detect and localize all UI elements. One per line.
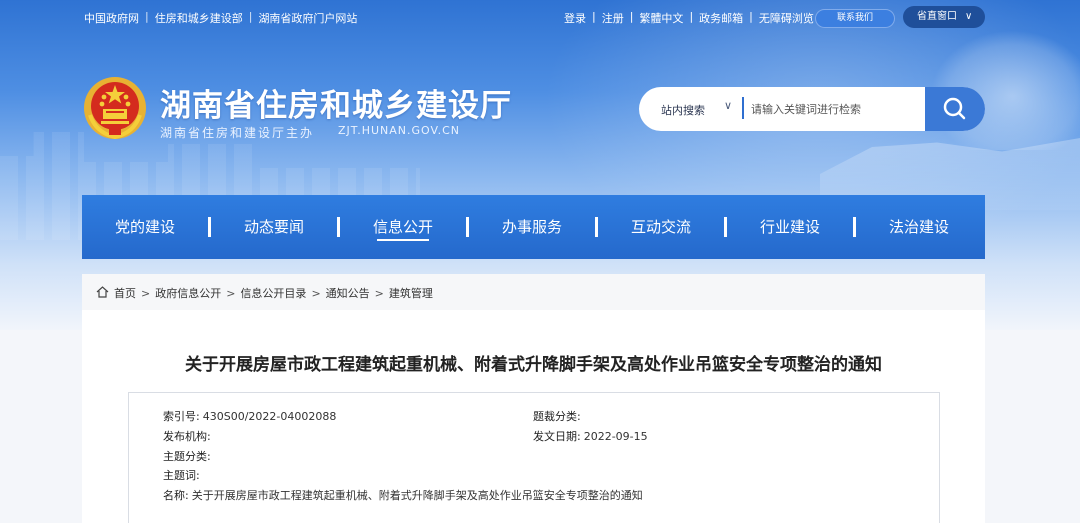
- nav-item-party[interactable]: 党的建设: [82, 195, 208, 259]
- meta-index: 索引号: 430S00/2022-04002088: [163, 408, 336, 424]
- breadcrumb-catalog[interactable]: 信息公开目录: [240, 285, 306, 301]
- search-scope-select[interactable]: 站内搜索: [661, 102, 705, 118]
- search-box: 站内搜索 ∨: [639, 87, 985, 131]
- nav-item-industry[interactable]: 行业建设: [727, 195, 853, 259]
- meta-label: 主题词:: [163, 469, 200, 482]
- search-button[interactable]: [925, 87, 985, 131]
- search-icon: [943, 97, 966, 120]
- nav-item-interaction[interactable]: 互动交流: [598, 195, 724, 259]
- meta-value: 430S00/2022-04002088: [202, 410, 337, 423]
- nav-item-services[interactable]: 办事服务: [469, 195, 595, 259]
- content-card: 关于开展房屋市政工程建筑起重机械、附着式升降脚手架及高处作业吊篮安全专项整治的通…: [82, 310, 985, 523]
- meta-value: 2022-09-15: [583, 430, 648, 443]
- site-title[interactable]: 湖南省住房和城乡建设厅: [160, 80, 512, 125]
- document-title: 关于开展房屋市政工程建筑起重机械、附着式升降脚手架及高处作业吊篮安全专项整治的通…: [185, 355, 882, 375]
- national-emblem-icon: [82, 75, 148, 141]
- breadcrumb-construction[interactable]: 建筑管理: [389, 285, 433, 301]
- meta-label: 发布机构:: [163, 430, 211, 443]
- user-links: 登录 | 注册 | 繁體中文 | 政务邮箱 | 无障碍浏览: [564, 10, 814, 26]
- separator: |: [248, 10, 253, 23]
- separator: |: [689, 10, 694, 23]
- site-domain: ZJT.HUNAN.GOV.CN: [338, 124, 460, 137]
- meta-label: 主题分类:: [163, 450, 211, 463]
- search-divider: [742, 97, 744, 119]
- top-bar: 中国政府网 | 住房和城乡建设部 | 湖南省政府门户网站 登录 | 注册 | 繁…: [0, 0, 1080, 34]
- chevron-right-icon: >: [141, 286, 151, 300]
- separator: |: [749, 10, 753, 23]
- breadcrumb-bar: 首页 > 政府信息公开 > 信息公开目录 > 通知公告 > 建筑管理: [82, 274, 985, 310]
- chevron-right-icon: >: [374, 286, 384, 300]
- contact-button[interactable]: 联系我们: [815, 9, 895, 28]
- chevron-right-icon: >: [311, 286, 321, 300]
- login-link[interactable]: 登录: [564, 10, 586, 26]
- nav-item-info[interactable]: 信息公开: [340, 195, 466, 259]
- main-nav: 党的建设 动态要闻 信息公开 办事服务 互动交流 行业建设 法治建设: [82, 195, 985, 259]
- search-input[interactable]: [751, 93, 921, 125]
- meta-keywords: 主题词:: [163, 467, 203, 483]
- document-meta-table: 索引号: 430S00/2022-04002088 题裁分类: 发布机构: 发文日…: [128, 392, 940, 523]
- traditional-chinese-link[interactable]: 繁體中文: [639, 10, 683, 26]
- top-link-mohurd[interactable]: 住房和城乡建设部: [155, 10, 243, 26]
- meta-label: 题裁分类:: [533, 410, 581, 423]
- breadcrumb-notices[interactable]: 通知公告: [326, 285, 370, 301]
- chevron-right-icon: >: [226, 286, 236, 300]
- gov-mail-link[interactable]: 政务邮箱: [699, 10, 743, 26]
- top-link-gov[interactable]: 中国政府网: [84, 10, 139, 26]
- separator: |: [592, 10, 596, 23]
- separator: |: [629, 10, 634, 23]
- register-link[interactable]: 注册: [602, 10, 624, 26]
- meta-date: 发文日期: 2022-09-15: [533, 428, 648, 444]
- province-window-label: 省直窗口: [917, 11, 957, 22]
- nav-item-news[interactable]: 动态要闻: [211, 195, 337, 259]
- meta-category: 题裁分类:: [533, 408, 584, 424]
- chevron-down-icon: ∨: [965, 11, 973, 22]
- accessibility-link[interactable]: 无障碍浏览: [759, 10, 814, 26]
- nav-item-law[interactable]: 法治建设: [856, 195, 982, 259]
- province-window-button[interactable]: 省直窗口 ∨: [903, 6, 985, 28]
- meta-label: 索引号:: [163, 410, 200, 423]
- separator: |: [145, 10, 149, 23]
- chevron-down-icon[interactable]: ∨: [724, 99, 732, 112]
- meta-publisher: 发布机构:: [163, 428, 214, 444]
- meta-label: 发文日期:: [533, 430, 581, 443]
- top-link-hunan[interactable]: 湖南省政府门户网站: [258, 10, 357, 26]
- top-links: 中国政府网 | 住房和城乡建设部 | 湖南省政府门户网站: [84, 10, 357, 26]
- breadcrumb-info-open[interactable]: 政府信息公开: [155, 285, 221, 301]
- meta-label: 名称:: [163, 489, 189, 502]
- breadcrumb: 首页 > 政府信息公开 > 信息公开目录 > 通知公告 > 建筑管理: [96, 285, 433, 301]
- home-icon[interactable]: [96, 285, 109, 301]
- breadcrumb-home[interactable]: 首页: [114, 285, 136, 301]
- site-subtitle: 湖南省住房和建设厅主办: [160, 126, 315, 140]
- meta-name: 名称: 关于开展房屋市政工程建筑起重机械、附着式升降脚手架及高处作业吊篮安全专项整…: [163, 487, 643, 503]
- meta-topic: 主题分类:: [163, 448, 214, 464]
- meta-value: 关于开展房屋市政工程建筑起重机械、附着式升降脚手架及高处作业吊篮安全专项整治的通…: [191, 489, 643, 502]
